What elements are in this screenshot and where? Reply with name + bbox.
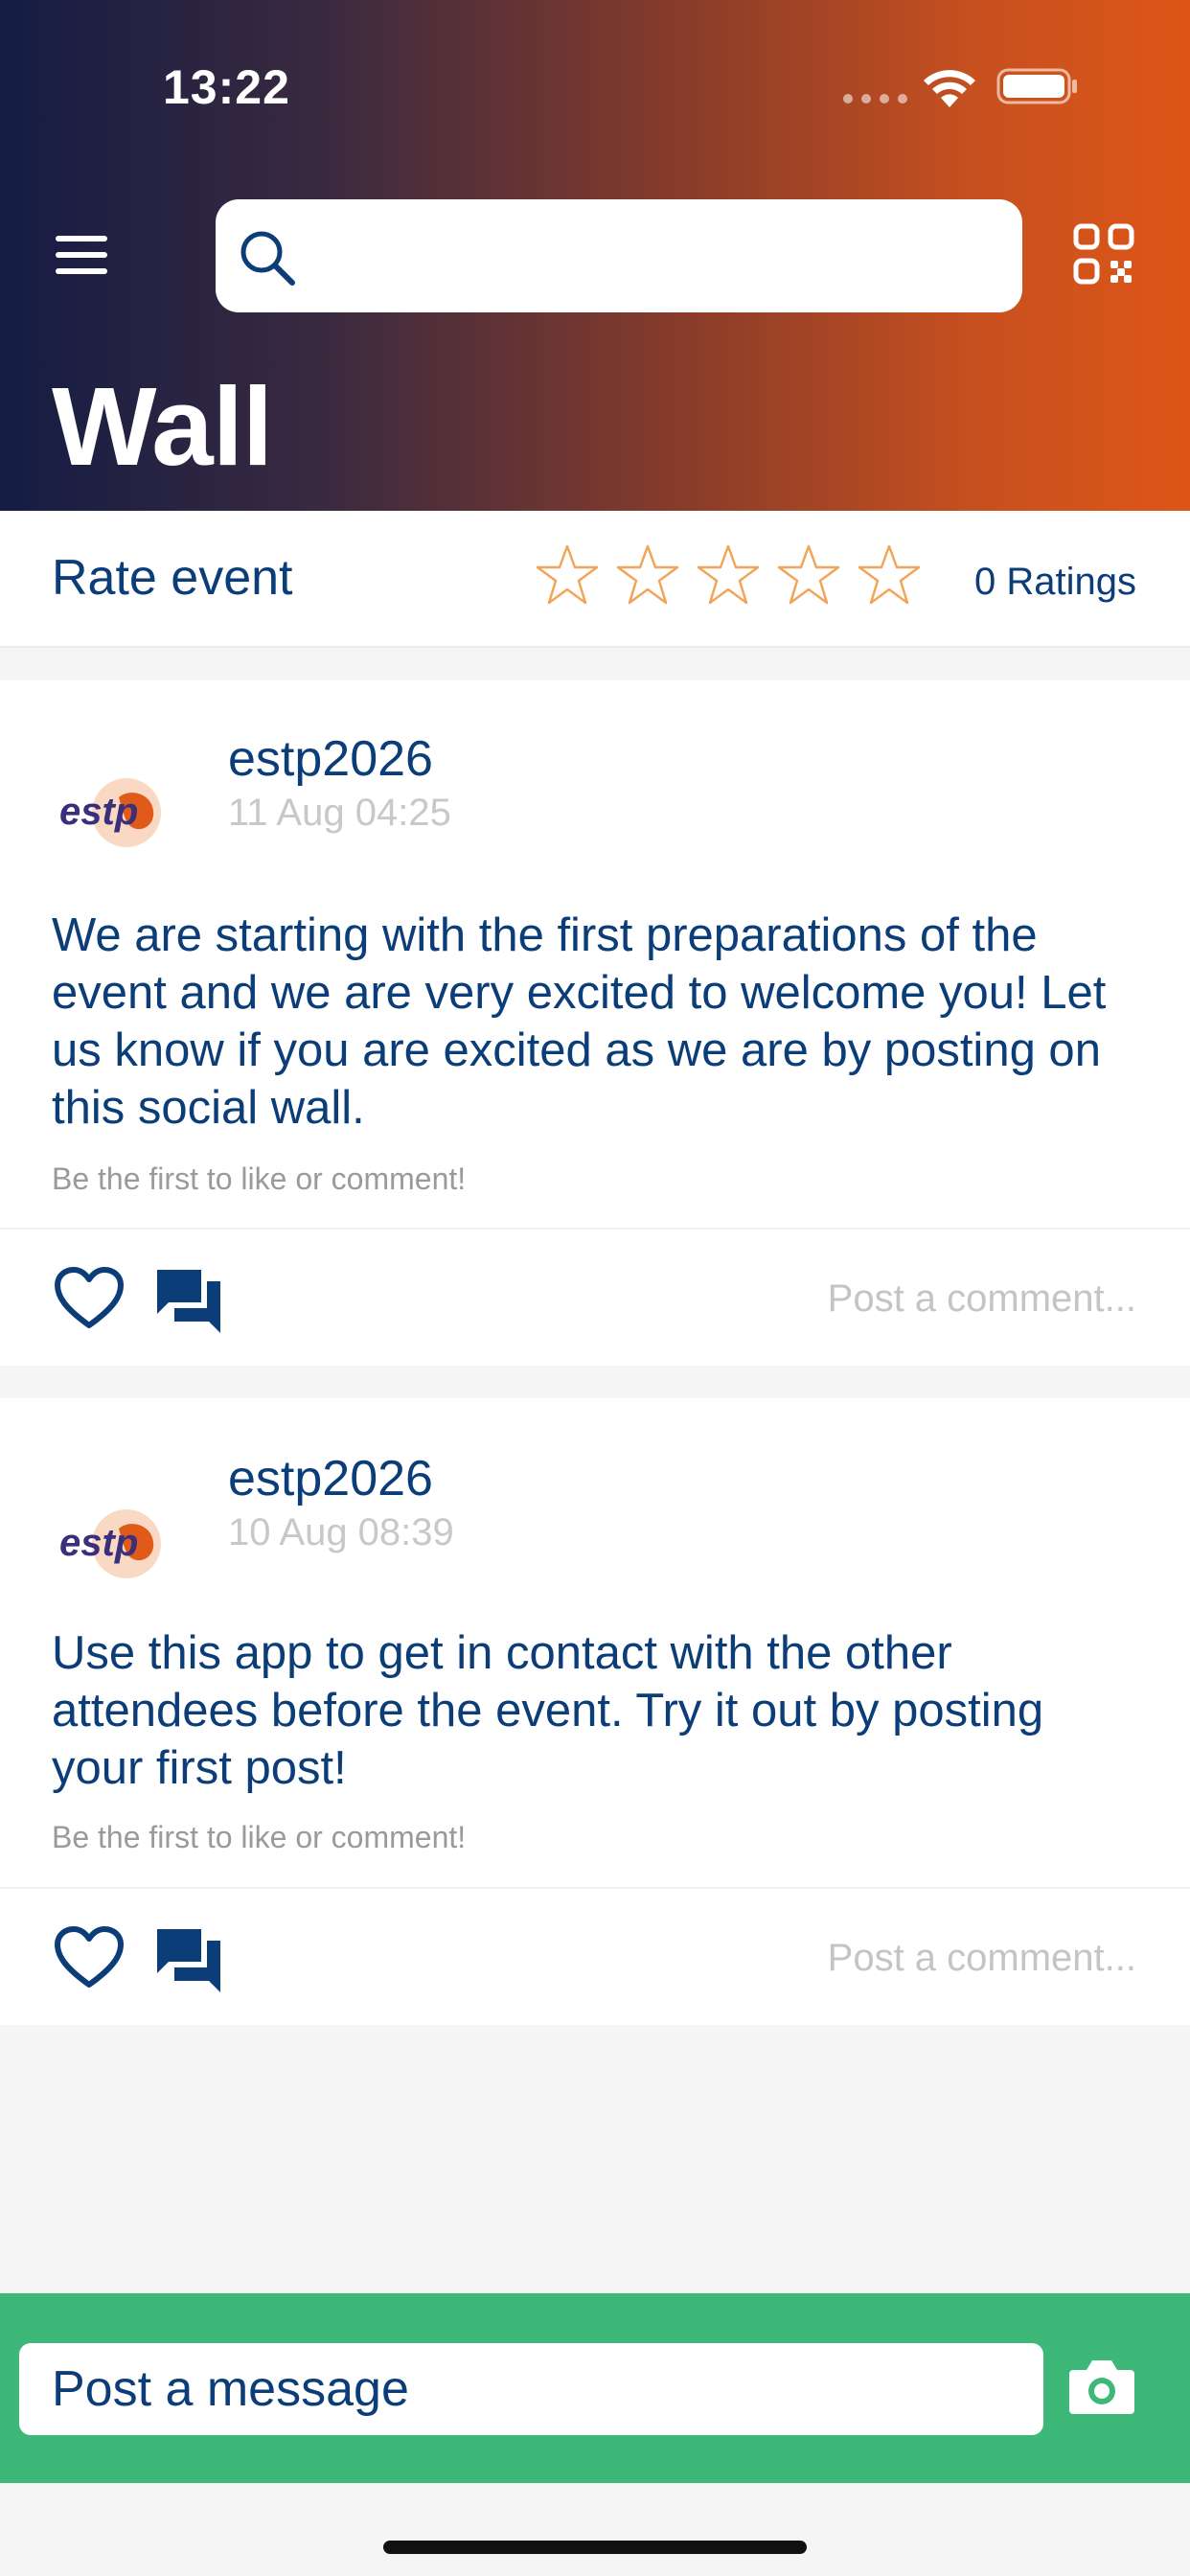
home-indicator <box>383 2541 807 2554</box>
signal-dots-icon <box>843 94 907 104</box>
camera-icon[interactable] <box>1067 2357 1136 2416</box>
star-icon[interactable] <box>857 543 922 609</box>
star-rating[interactable] <box>535 543 922 609</box>
post-message-input[interactable] <box>19 2343 1043 2435</box>
wall-screen: 13:22 Wall Rate event 0 Ratings estp est… <box>0 0 1190 2576</box>
avatar: estp <box>52 1483 172 1603</box>
post-comment-link[interactable]: Post a comment... <box>828 1937 1136 1980</box>
ratings-count: 0 Ratings <box>974 561 1136 603</box>
rate-event-label: Rate event <box>52 550 293 606</box>
star-icon[interactable] <box>535 543 600 609</box>
comment-icon[interactable] <box>153 1925 224 1994</box>
post-author[interactable]: estp2026 <box>228 730 433 788</box>
engagement-hint: Be the first to like or comment! <box>52 1820 467 1854</box>
post-author[interactable]: estp2026 <box>228 1450 433 1507</box>
battery-icon <box>996 68 1077 104</box>
qr-code-icon[interactable] <box>1073 223 1134 285</box>
post-timestamp: 11 Aug 04:25 <box>228 792 451 834</box>
rate-event-bar: Rate event 0 Ratings <box>0 511 1190 648</box>
star-icon[interactable] <box>696 543 761 609</box>
search-icon <box>240 231 295 286</box>
post-actions: Post a comment... <box>0 1228 1190 1366</box>
star-icon[interactable] <box>776 543 841 609</box>
heart-icon[interactable] <box>54 1266 125 1329</box>
post-card: estp estp2026 10 Aug 08:39 Use this app … <box>0 1398 1190 2025</box>
heart-icon[interactable] <box>54 1925 125 1989</box>
post-actions: Post a comment... <box>0 1887 1190 2025</box>
post-body: We are starting with the first preparati… <box>52 909 1107 1134</box>
avatar-logo-text: estp <box>59 1522 138 1564</box>
post-card: estp estp2026 11 Aug 04:25 We are starti… <box>0 680 1190 1366</box>
post-comment-link[interactable]: Post a comment... <box>828 1277 1136 1321</box>
header: 13:22 Wall <box>0 0 1190 511</box>
status-time: 13:22 <box>163 60 290 114</box>
post-timestamp: 10 Aug 08:39 <box>228 1511 454 1553</box>
comment-icon[interactable] <box>153 1266 224 1335</box>
menu-icon[interactable] <box>56 236 109 278</box>
compose-bar <box>0 2293 1190 2483</box>
page-title: Wall <box>52 364 273 489</box>
engagement-hint: Be the first to like or comment! <box>52 1162 467 1196</box>
post-body: Use this app to get in contact with the … <box>52 1627 1044 1794</box>
avatar: estp <box>52 751 172 872</box>
wifi-icon <box>924 70 975 107</box>
avatar-logo-text: estp <box>59 791 138 833</box>
star-icon[interactable] <box>615 543 680 609</box>
search-input[interactable] <box>216 199 1022 312</box>
